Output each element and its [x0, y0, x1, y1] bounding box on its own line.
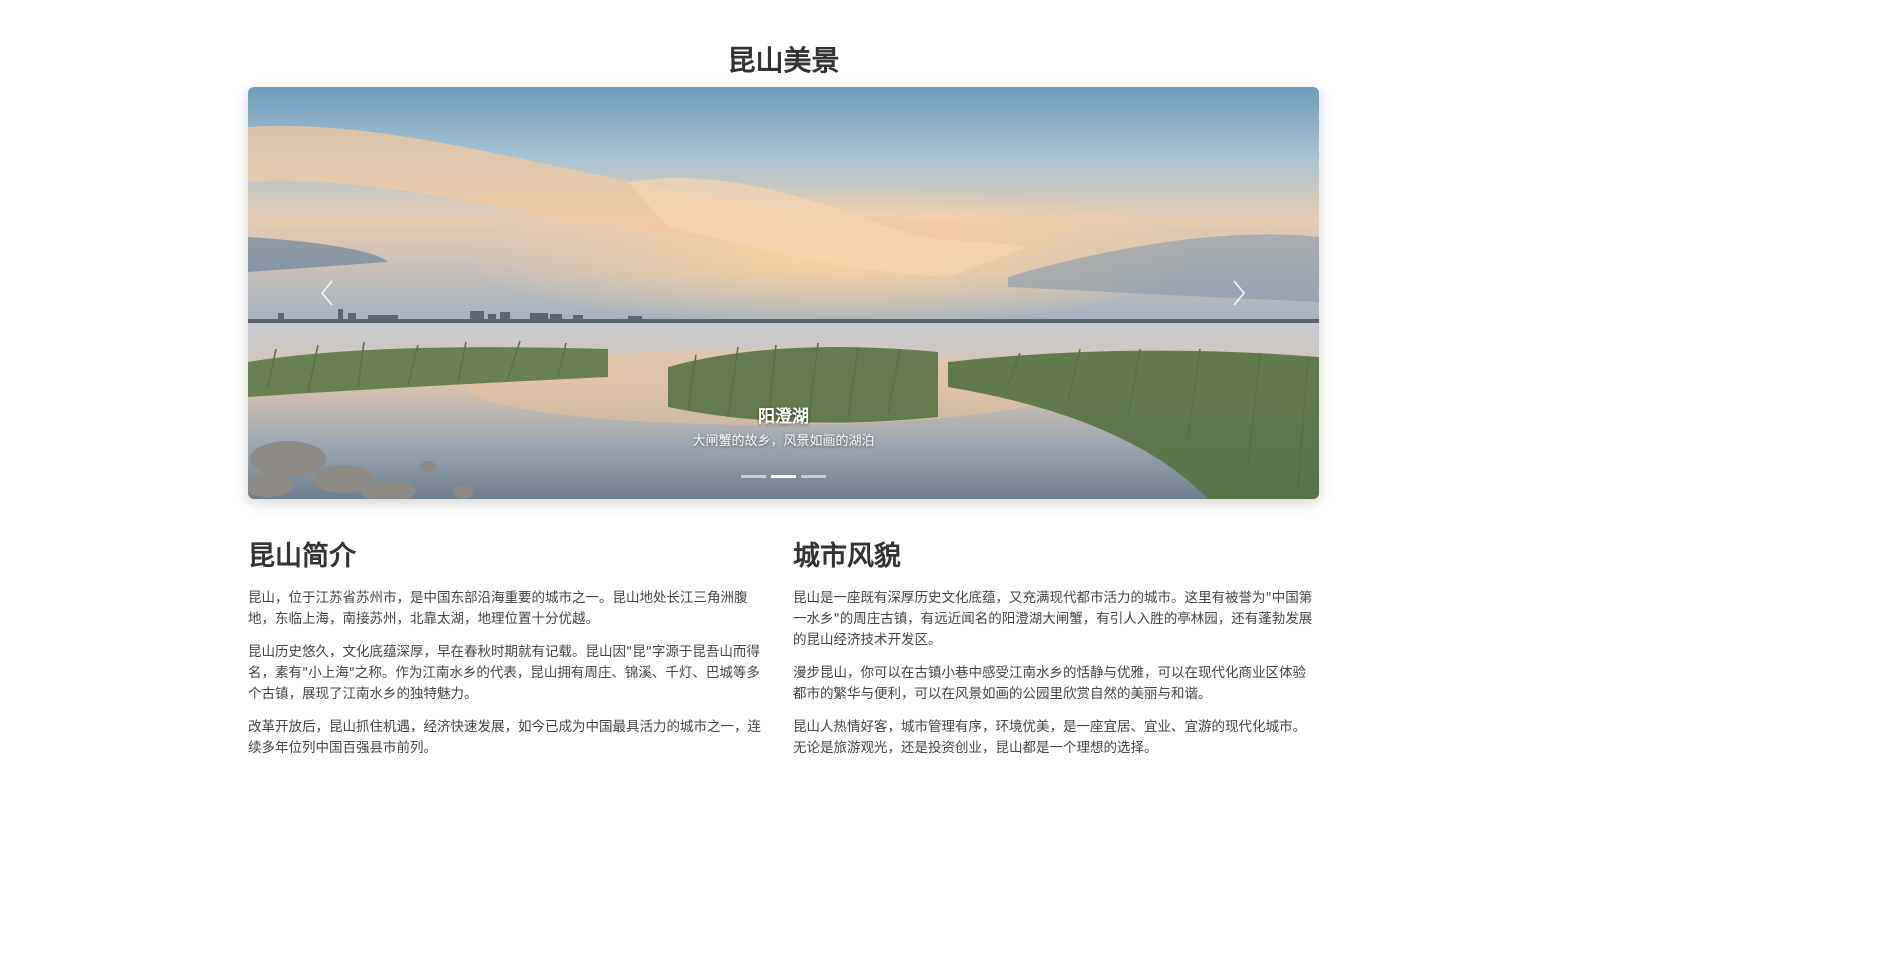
page-title: 昆山美景	[727, 44, 840, 77]
city-paragraph: 漫步昆山，你可以在古镇小巷中感受江南水乡的恬静与优雅，可以在现代化商业区体验都市…	[793, 665, 1306, 702]
intro-paragraph: 昆山，位于江苏省苏州市，是中国东部沿海重要的城市之一。昆山地处长江三角洲腹地，东…	[248, 590, 748, 627]
chevron-right-icon	[1233, 280, 1246, 306]
slide-caption: 大闸蟹的故乡，风景如画的湖泊	[692, 434, 875, 449]
image-carousel[interactable]: 阳澄湖 大闸蟹的故乡，风景如画的湖泊	[248, 87, 1319, 499]
intro-heading: 昆山简介	[248, 541, 356, 572]
intro-paragraph: 昆山历史悠久，文化底蕴深厚，早在春秋时期就有记载。昆山因"昆"字源于昆吾山而得名…	[248, 644, 760, 702]
slide-title: 阳澄湖	[758, 407, 809, 427]
carousel-indicators	[741, 475, 826, 478]
city-paragraph: 昆山人热情好客，城市管理有序，环境优美，是一座宜居、宜业、宜游的现代化城市。无论…	[793, 719, 1306, 756]
city-paragraph: 昆山是一座既有深厚历史文化底蕴，又充满现代都市活力的城市。这里有被誉为"中国第一…	[793, 590, 1313, 648]
carousel-indicator-3[interactable]	[801, 475, 826, 478]
city-heading: 城市风貌	[793, 541, 901, 572]
intro-paragraph: 改革开放后，昆山抓住机遇，经济快速发展，如今已成为中国最具活力的城市之一，连续多…	[248, 719, 761, 756]
chevron-left-icon	[320, 280, 333, 306]
city-section: 城市风貌 昆山是一座既有深厚历史文化底蕴，又充满现代都市活力的城市。这里有被誉为…	[793, 538, 1318, 771]
carousel-indicator-1[interactable]	[741, 475, 766, 478]
carousel-caption: 阳澄湖 大闸蟹的故乡，风景如画的湖泊	[248, 405, 1319, 453]
carousel-next-button[interactable]	[1220, 275, 1256, 311]
carousel-prev-button[interactable]	[310, 275, 346, 311]
carousel-indicator-2[interactable]	[771, 475, 796, 478]
intro-section: 昆山简介 昆山，位于江苏省苏州市，是中国东部沿海重要的城市之一。昆山地处长江三角…	[248, 538, 773, 771]
